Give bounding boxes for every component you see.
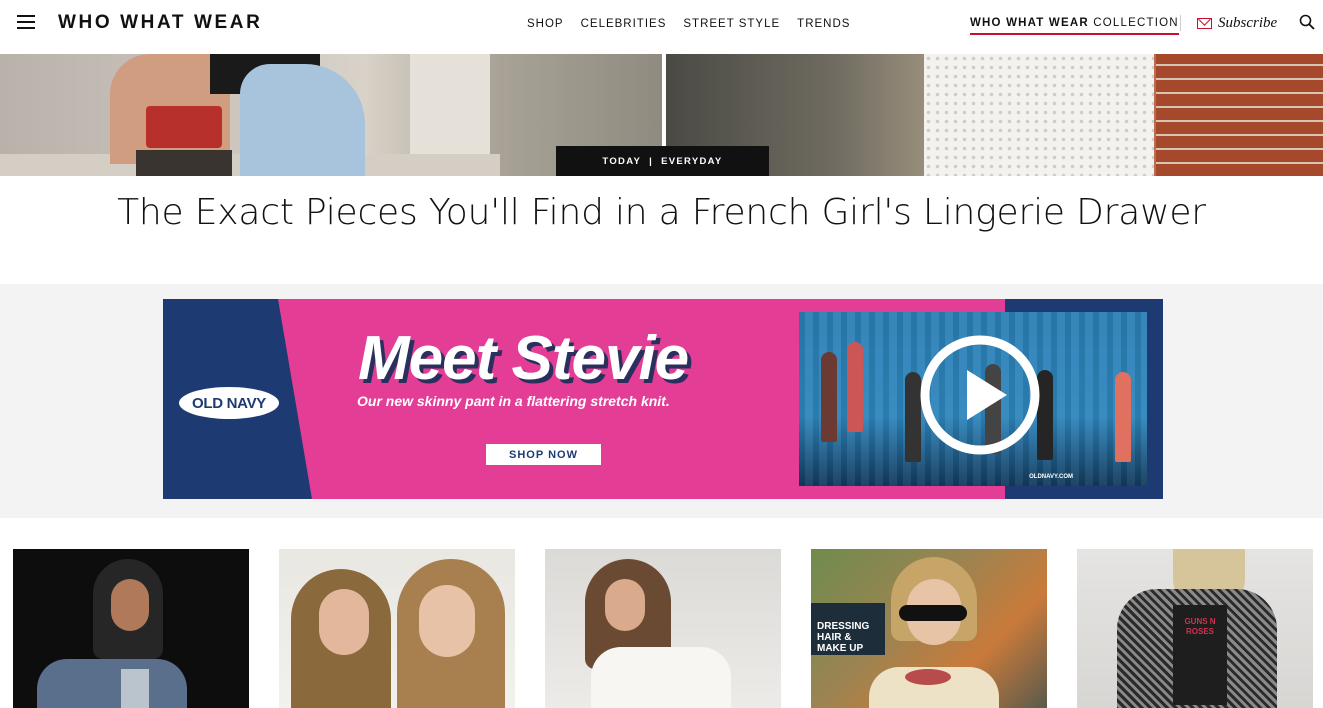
nav-trends[interactable]: TRENDS bbox=[797, 18, 850, 30]
article-thumbnail[interactable] bbox=[545, 549, 781, 708]
article-headline[interactable]: The Exact Pieces You'll Find in a French… bbox=[0, 192, 1323, 233]
search-icon[interactable] bbox=[1299, 14, 1315, 30]
article-thumbnail[interactable]: GUNS N ROSES bbox=[1077, 549, 1313, 708]
sign-text-1: DRESSING bbox=[817, 621, 870, 632]
ad-video[interactable]: OLDNAVY.COM bbox=[799, 312, 1147, 486]
collection-link[interactable]: WHO WHAT WEAR COLLECTION bbox=[970, 17, 1179, 35]
hamburger-menu-icon[interactable] bbox=[17, 15, 35, 31]
subscribe-button[interactable]: Subscribe bbox=[1197, 15, 1277, 32]
envelope-icon bbox=[1197, 18, 1212, 29]
nav-shop[interactable]: SHOP bbox=[527, 18, 564, 30]
header-divider bbox=[1180, 15, 1181, 31]
old-navy-ad-banner[interactable]: OLD NAVY Meet Stevie Our new skinny pant… bbox=[163, 299, 1163, 499]
sign-text-2: HAIR & MAKE UP bbox=[817, 632, 864, 654]
badge-everyday: EVERYDAY bbox=[661, 155, 723, 167]
tshirt-print: GUNS N ROSES bbox=[1184, 617, 1216, 636]
collection-label: COLLECTION bbox=[1093, 17, 1179, 29]
main-nav: SHOP CELEBRITIES STREET STYLE TRENDS bbox=[527, 18, 850, 30]
ad-title: Meet Stevie bbox=[358, 324, 689, 393]
nav-street-style[interactable]: STREET STYLE bbox=[683, 18, 780, 30]
badge-separator: | bbox=[649, 155, 654, 167]
nav-celebrities[interactable]: CELEBRITIES bbox=[581, 18, 667, 30]
old-navy-logo: OLD NAVY bbox=[179, 387, 279, 419]
collection-brand: WHO WHAT WEAR bbox=[970, 17, 1089, 29]
site-logo[interactable]: WHO WHAT WEAR bbox=[58, 12, 262, 34]
article-thumbnail[interactable] bbox=[13, 549, 249, 708]
ad-subtitle: Our new skinny pant in a flattering stre… bbox=[357, 393, 670, 409]
hero-image[interactable]: TODAY | EVERYDAY bbox=[0, 54, 1323, 176]
site-header: WHO WHAT WEAR SHOP CELEBRITIES STREET ST… bbox=[0, 0, 1323, 54]
article-thumbnail[interactable]: DRESSING HAIR & MAKE UP bbox=[811, 549, 1047, 708]
play-icon[interactable] bbox=[919, 334, 1041, 456]
category-badge[interactable]: TODAY | EVERYDAY bbox=[556, 146, 769, 176]
article-grid: DRESSING HAIR & MAKE UP GUNS N ROSES bbox=[13, 549, 1313, 708]
ad-video-url: OLDNAVY.COM bbox=[1029, 474, 1073, 480]
subscribe-label: Subscribe bbox=[1218, 15, 1278, 31]
shop-now-button[interactable]: SHOP NOW bbox=[486, 444, 601, 465]
badge-today: TODAY bbox=[602, 155, 642, 167]
article-thumbnail[interactable] bbox=[279, 549, 515, 708]
